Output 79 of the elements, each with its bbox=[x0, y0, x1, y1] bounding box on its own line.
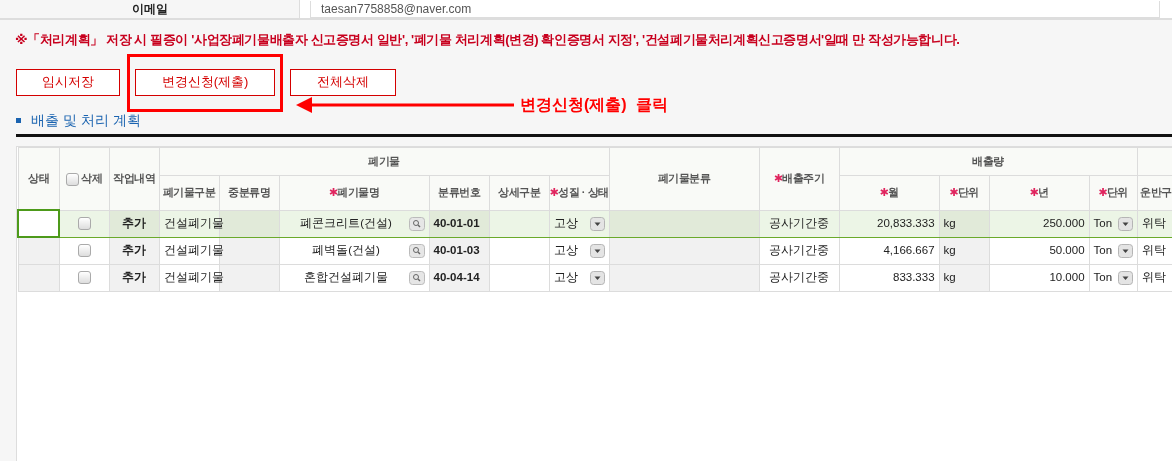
table-cell-text: 추가 bbox=[122, 243, 146, 256]
column-header: 중분류명 bbox=[228, 186, 270, 199]
dropdown-icon[interactable] bbox=[1117, 270, 1133, 285]
required-mark: ✱ bbox=[328, 186, 338, 199]
table-cell-text: 폐벽돌(건설) bbox=[312, 243, 380, 256]
table-cell-text: 고상 bbox=[553, 215, 578, 231]
column-header: 상태 bbox=[28, 172, 49, 184]
search-icon[interactable] bbox=[408, 270, 425, 285]
table-cell-text: 위탁 bbox=[1141, 243, 1166, 256]
table-cell-text: 4,166.667 bbox=[883, 243, 935, 256]
dropdown-icon[interactable] bbox=[589, 216, 605, 231]
column-header: 폐기물 bbox=[368, 154, 400, 167]
search-icon[interactable] bbox=[408, 243, 425, 258]
table-cell-text: 10.000 bbox=[1049, 270, 1085, 283]
action-button[interactable]: 변경신청(제출) bbox=[135, 68, 275, 96]
table-cell-text: 건설폐기물 bbox=[163, 243, 224, 256]
required-mark: ✱ bbox=[1029, 186, 1039, 199]
column-header: 상세구분 bbox=[498, 186, 540, 199]
column-header: 배출주기 bbox=[782, 172, 825, 185]
table-cell-text: 고상 bbox=[553, 242, 578, 258]
table-cell-text: kg bbox=[943, 216, 956, 229]
checkbox[interactable] bbox=[77, 271, 91, 285]
column-header: 년 bbox=[1038, 186, 1049, 199]
required-mark: ✱ bbox=[879, 186, 889, 199]
table-cell-text: 공사기간중 bbox=[769, 243, 830, 256]
table-cell-text: 20,833.333 bbox=[877, 216, 935, 229]
table-cell-text: 위탁 bbox=[1141, 216, 1166, 229]
bullet-icon bbox=[16, 118, 21, 124]
table-cell-text: kg bbox=[943, 243, 956, 256]
checkbox[interactable] bbox=[77, 217, 91, 231]
required-mark: ✱ bbox=[549, 186, 559, 199]
action-button[interactable]: 전체삭제 bbox=[290, 68, 396, 96]
column-header: 단위 bbox=[1106, 186, 1128, 199]
required-mark: ✱ bbox=[773, 172, 783, 185]
dropdown-icon[interactable] bbox=[589, 270, 605, 285]
table-cell-text: 고상 bbox=[553, 269, 578, 285]
dropdown-icon[interactable] bbox=[589, 243, 605, 258]
table-cell-text: 공사기간중 bbox=[769, 216, 830, 229]
checkbox[interactable] bbox=[65, 172, 79, 186]
table-cell-text: 위탁 bbox=[1141, 270, 1166, 283]
table-cell-text: 혼합건설폐기물 bbox=[304, 270, 388, 283]
column-header: 작업내역 bbox=[113, 172, 155, 185]
table-cell-text: 250.000 bbox=[1043, 216, 1085, 229]
table-cell-text: kg bbox=[943, 270, 956, 283]
search-icon[interactable] bbox=[408, 216, 425, 231]
column-header: 삭제 bbox=[81, 172, 103, 185]
table-cell-text: 40-01-01 bbox=[433, 216, 480, 229]
table-cell-text: Ton bbox=[1093, 269, 1113, 285]
column-header: 분류번호 bbox=[438, 186, 480, 199]
table-cell-text: 건설폐기물 bbox=[163, 216, 224, 229]
checkbox[interactable] bbox=[77, 244, 91, 258]
table-cell-text: 추가 bbox=[122, 270, 146, 283]
table-cell-text: 폐콘크리트(건설) bbox=[300, 216, 392, 229]
table-cell-text: 추가 bbox=[122, 216, 146, 229]
table-cell-text: 공사기간중 bbox=[769, 270, 830, 283]
table-cell-text: 833.333 bbox=[893, 270, 935, 283]
section-title: 배출 및 처리 계획 bbox=[31, 111, 141, 128]
table-cell-text: Ton bbox=[1093, 242, 1113, 258]
column-header: 폐기물구분 bbox=[162, 186, 216, 199]
table-cell-text: Ton bbox=[1093, 215, 1113, 231]
dropdown-icon[interactable] bbox=[1117, 216, 1133, 231]
dropdown-icon[interactable] bbox=[1117, 243, 1133, 258]
action-button[interactable]: 임시저장 bbox=[16, 68, 120, 96]
column-header: 단위 bbox=[957, 186, 979, 199]
table-cell-text: 40-01-03 bbox=[433, 243, 480, 256]
required-mark: ✱ bbox=[1098, 186, 1107, 199]
notice-text: ※「처리계획」 저장 시 필증이 '사업장폐기물배출자 신고증명서 일반', '폐기물 처리계획(변경) 확인증명서 지정', '건설폐기물처리계획신고증명서'일때 만 작성가능합니다. bbox=[15, 31, 961, 49]
table-cell-text: 건설폐기물 bbox=[163, 270, 224, 283]
callout-text: 변경신청(제출) 클릭 bbox=[520, 94, 668, 115]
column-header: 성질 · 상태 bbox=[558, 186, 609, 199]
column-header: 폐기물명 bbox=[337, 186, 380, 199]
column-header: 폐기물분류 bbox=[657, 172, 711, 185]
column-header: 월 bbox=[888, 186, 899, 199]
column-header: 운반구 bbox=[1140, 186, 1172, 199]
table-cell-text: 40-04-14 bbox=[433, 270, 480, 283]
required-mark: ✱ bbox=[949, 186, 958, 199]
table-cell-text: 50.000 bbox=[1049, 243, 1085, 256]
email-field[interactable]: taesan7758858@naver.com bbox=[310, 1, 1160, 18]
column-header: 배출량 bbox=[972, 154, 1004, 167]
